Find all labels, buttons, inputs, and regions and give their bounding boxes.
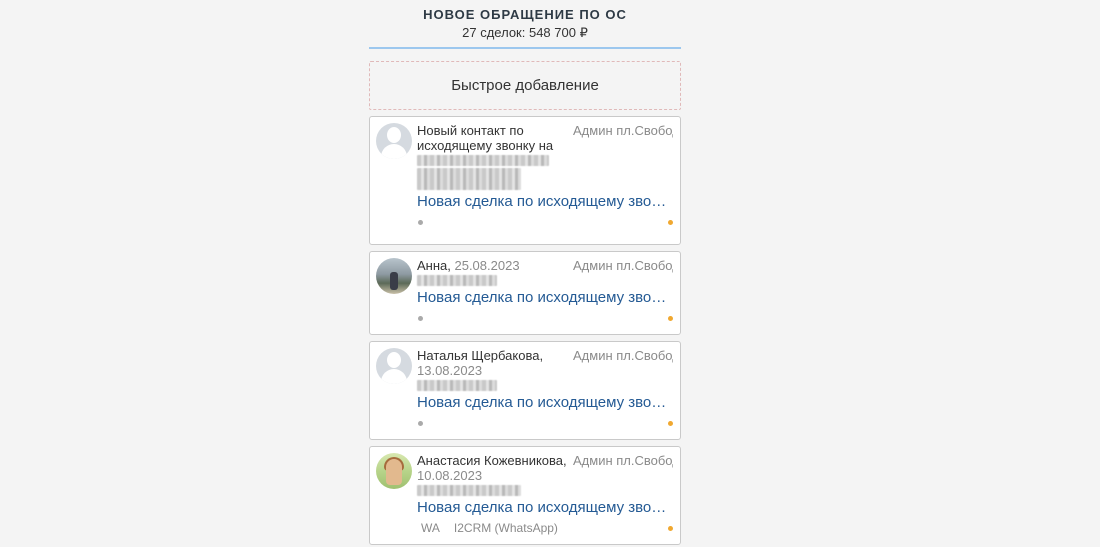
pipeline-column: НОВОЕ ОБРАЩЕНИЕ ПО ОС 27 сделок: 548 700… xyxy=(369,0,681,545)
quick-add-button[interactable]: Быстрое добавление xyxy=(369,61,681,110)
column-title: НОВОЕ ОБРАЩЕНИЕ ПО ОС xyxy=(423,7,627,22)
deal-card[interactable]: Анастасия Кожевникова, 10.08.2023 Админ … xyxy=(369,446,681,545)
blurred-phone xyxy=(417,275,497,286)
user-placeholder-icon xyxy=(376,348,412,384)
status-dot xyxy=(418,421,423,426)
deal-link[interactable]: Новая сделка по исходящему звонку xyxy=(417,289,667,307)
column-header: НОВОЕ ОБРАЩЕНИЕ ПО ОС 27 сделок: 548 700… xyxy=(369,0,681,49)
contact-avatar xyxy=(376,258,412,294)
contact-name[interactable]: Наталья Щербакова, 13.08.2023 xyxy=(417,348,567,378)
contact-name[interactable]: Анна, 25.08.2023 xyxy=(417,258,567,273)
user-placeholder-icon xyxy=(376,123,412,159)
deal-card[interactable]: Наталья Щербакова, 13.08.2023 Админ пл.С… xyxy=(369,341,681,440)
source-name: I2CRM (WhatsApp) xyxy=(453,521,558,535)
deal-link[interactable]: Новая сделка по исходящему звонку xyxy=(417,394,667,412)
contact-date: 10.08.2023 xyxy=(417,468,483,483)
responsible-user: Админ пл.Свободы xyxy=(573,348,673,363)
contact-date: 25.08.2023 xyxy=(454,258,520,273)
task-dot xyxy=(668,526,673,531)
responsible-user: Админ пл.Свободы xyxy=(573,123,673,138)
task-dot xyxy=(668,220,673,225)
deal-card[interactable]: Новый контакт по исходящему звонку на Ад… xyxy=(369,116,681,245)
contact-name[interactable]: Новый контакт по исходящему звонку на xyxy=(417,123,567,153)
deal-link[interactable]: Новая сделка по исходящему звонку xyxy=(417,499,667,517)
blurred-phone xyxy=(417,155,549,166)
contact-avatar xyxy=(376,453,412,489)
status-dot xyxy=(418,316,423,321)
status-dot xyxy=(418,220,423,225)
responsible-user: Админ пл.Свободы xyxy=(573,453,673,468)
contact-name[interactable]: Анастасия Кожевникова, 10.08.2023 xyxy=(417,453,567,483)
deal-card[interactable]: Анна, 25.08.2023 Админ пл.Свободы Новая … xyxy=(369,251,681,335)
task-dot xyxy=(668,421,673,426)
source-tag: WA xyxy=(421,521,440,535)
column-summary: 27 сделок: 548 700 ₽ xyxy=(462,25,588,40)
responsible-user: Админ пл.Свободы xyxy=(573,258,673,273)
deal-source: WA I2CRM (WhatsApp) xyxy=(421,521,572,535)
blurred-details xyxy=(417,168,521,190)
contact-date: 13.08.2023 xyxy=(417,363,483,378)
blurred-phone xyxy=(417,380,497,391)
deal-link[interactable]: Новая сделка по исходящему звонку xyxy=(417,193,667,211)
task-dot xyxy=(668,316,673,321)
blurred-phone xyxy=(417,485,521,496)
